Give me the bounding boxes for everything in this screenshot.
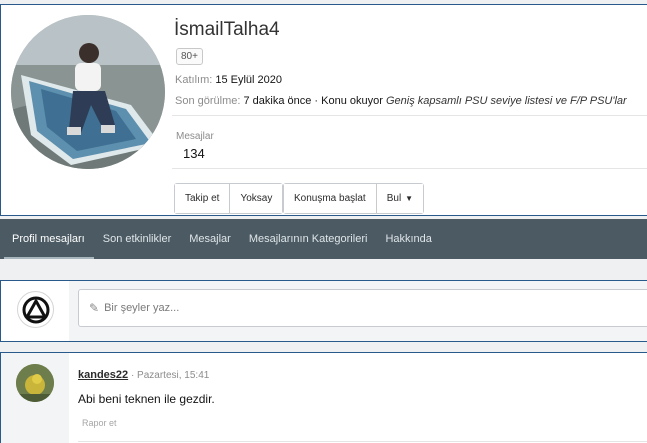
start-conversation-button[interactable]: Konuşma başlat [284, 184, 377, 213]
triangle-circle-logo-icon [17, 291, 54, 328]
message-avatar-column [1, 353, 69, 443]
profile-divider [172, 115, 647, 116]
message-divider [78, 441, 647, 442]
follow-button[interactable]: Takip et [175, 184, 231, 213]
find-label: Bul [386, 193, 402, 204]
messages-stat-value[interactable]: 134 [183, 146, 205, 161]
follow-ignore-group: Takip et Yoksay [174, 183, 284, 214]
profile-avatar[interactable] [11, 15, 165, 169]
profile-card: İsmailTalha4 80+ Katılım: 15 Eylül 2020 … [0, 4, 647, 216]
last-seen-line: Son görülme: 7 dakika önce · Konu okuyor… [175, 95, 627, 107]
caret-down-icon: ▼ [405, 194, 414, 203]
joined-label: Katılım: [175, 74, 213, 86]
compose-placeholder: Bir şeyler yaz... [104, 302, 180, 314]
message-time[interactable]: · Pazartesi, 15:41 [131, 370, 209, 381]
last-seen-value: 7 dakika önce · Konu okuyor [243, 95, 383, 107]
tab-messages[interactable]: Mesajlar [180, 219, 240, 259]
pencil-icon: ✎ [89, 301, 100, 315]
last-seen-thread-link[interactable]: Geniş kapsamlı PSU seviye listesi ve F/P… [386, 95, 627, 107]
joined-line: Katılım: 15 Eylül 2020 [175, 74, 282, 86]
profile-message: kandes22 · Pazartesi, 15:41 Abi beni tek… [0, 352, 647, 443]
message-author-avatar[interactable] [16, 364, 54, 402]
compose-avatar-column [1, 281, 69, 341]
ignore-button[interactable]: Yoksay [230, 184, 283, 213]
profile-tabs: Profil mesajları Son etkinlikler Mesajla… [0, 219, 647, 259]
conversation-find-group: Konuşma başlat Bul ▼ [283, 183, 425, 214]
tab-message-categories[interactable]: Mesajlarının Kategorileri [240, 219, 377, 259]
profile-username: İsmailTalha4 [174, 19, 280, 40]
tab-about[interactable]: Hakkında [376, 219, 440, 259]
joined-value: 15 Eylül 2020 [215, 74, 283, 86]
report-link[interactable]: Rapor et [82, 418, 117, 428]
tab-profile-messages[interactable]: Profil mesajları [0, 219, 94, 259]
tab-recent-activity[interactable]: Son etkinlikler [94, 219, 180, 259]
profile-divider [172, 168, 647, 169]
message-author-link[interactable]: kandes22 [78, 369, 128, 381]
message-body: Abi beni teknen ile gezdir. [78, 392, 215, 406]
find-dropdown-button[interactable]: Bul ▼ [376, 184, 424, 213]
boat-photo [11, 15, 165, 169]
status-compose-input[interactable]: ✎ Bir şeyler yaz... [78, 289, 647, 327]
message-meta: kandes22 · Pazartesi, 15:41 [78, 369, 209, 381]
messages-stat-label: Mesajlar [176, 131, 214, 142]
age-badge: 80+ [176, 48, 203, 65]
last-seen-label: Son görülme: [175, 95, 241, 107]
